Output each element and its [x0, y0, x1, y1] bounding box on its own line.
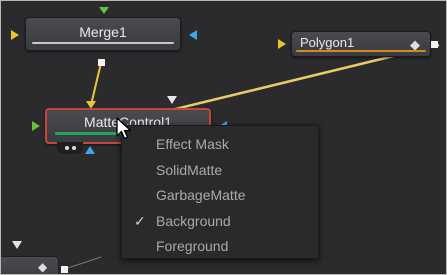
merge-mask-input-port[interactable] — [189, 30, 197, 40]
menu-item-label: Background — [156, 212, 231, 229]
menu-item-label: Foreground — [156, 238, 229, 254]
menu-item-label: SolidMatte — [156, 161, 223, 178]
menu-item-label: Effect Mask — [156, 136, 229, 152]
bottom-node[interactable]: ◆ — [1, 256, 59, 274]
matte-top-input-port[interactable] — [167, 96, 177, 104]
merge-output-port[interactable] — [98, 59, 105, 66]
mouse-cursor-icon — [116, 117, 132, 140]
merge-node-label: Merge1 — [79, 24, 127, 40]
polygon-node-bar — [296, 50, 426, 52]
matte-foreground-input-port[interactable] — [32, 121, 40, 131]
menu-item-solidmatte[interactable]: SolidMatte — [122, 158, 318, 184]
input-context-menu: Effect Mask SolidMatte GarbageMatte ✓ Ba… — [121, 125, 319, 259]
node-editor-canvas[interactable]: Merge1 Polygon1 ◆ MatteControl1 Effect M… — [0, 0, 447, 275]
diamond-icon: ◆ — [38, 260, 48, 274]
menu-item-garbagematte[interactable]: GarbageMatte — [122, 183, 318, 209]
check-icon: ✓ — [134, 212, 146, 229]
menu-item-background[interactable]: ✓ Background — [122, 209, 318, 235]
polygon-input-port[interactable] — [278, 39, 286, 49]
merge-node[interactable]: Merge1 — [25, 17, 181, 51]
merge-node-bar — [32, 42, 174, 44]
menu-item-label: GarbageMatte — [156, 187, 246, 203]
polygon-node-label: Polygon1 — [300, 34, 355, 50]
polygon-node[interactable]: Polygon1 ◆ — [291, 31, 431, 57]
menu-item-effect-mask[interactable]: Effect Mask — [122, 132, 318, 158]
merge-background-input-port[interactable] — [11, 30, 19, 40]
menu-item-foreground[interactable]: Foreground — [122, 234, 318, 260]
bottom-wire — [64, 256, 102, 270]
matte-mask-input-port[interactable] — [85, 146, 95, 154]
polygon-output-port[interactable] — [431, 41, 438, 48]
merge-to-matte-wire — [90, 62, 102, 106]
option-dot — [71, 146, 76, 150]
bottom-node-input-port[interactable] — [12, 241, 22, 249]
option-dot — [64, 146, 69, 150]
bottom-node-output-port[interactable] — [61, 266, 68, 273]
merge-top-input-port[interactable] — [99, 7, 109, 14]
matte-node-options-tab[interactable] — [57, 142, 83, 154]
